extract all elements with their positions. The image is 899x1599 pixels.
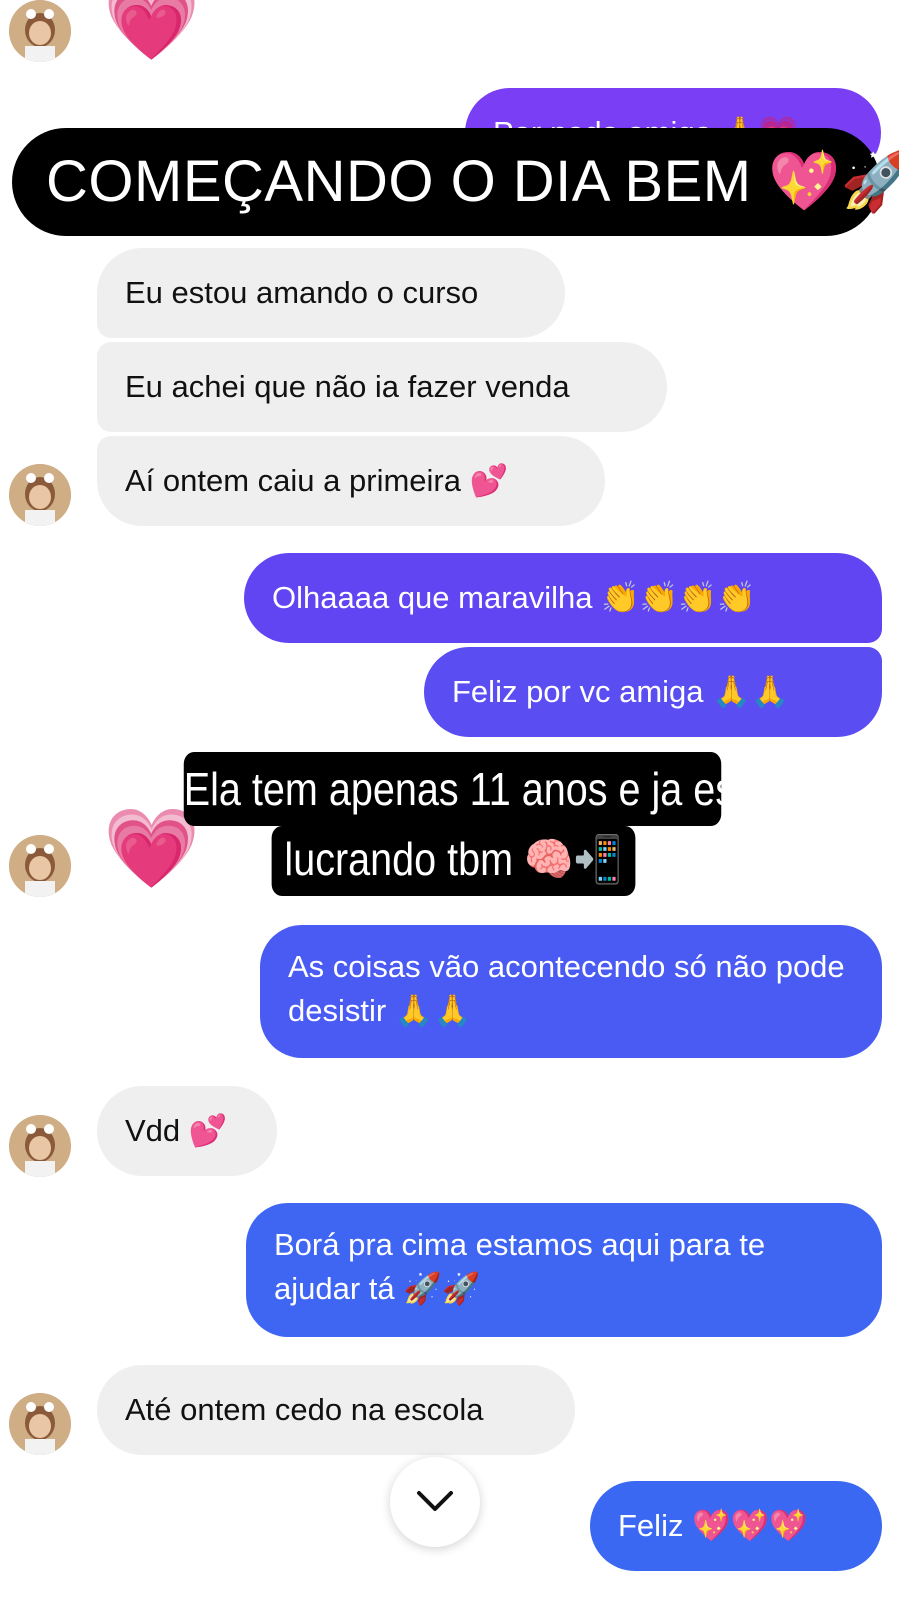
contact-avatar[interactable] bbox=[9, 464, 71, 526]
contact-avatar-image bbox=[9, 835, 71, 897]
message-text: Aí ontem caiu a primeira 💕 bbox=[125, 463, 509, 498]
contact-avatar-image bbox=[9, 0, 71, 62]
outgoing-message[interactable]: Borá pra cima estamos aqui para te ajuda… bbox=[246, 1203, 882, 1337]
message-text: Até ontem cedo na escola bbox=[125, 1392, 484, 1427]
incoming-message[interactable]: Eu estou amando o curso bbox=[97, 248, 565, 338]
outgoing-message[interactable]: Feliz por vc amiga 🙏🙏 bbox=[424, 647, 882, 737]
message-text: Olhaaaa que maravilha 👏👏👏👏 bbox=[272, 580, 756, 615]
scroll-to-bottom-button[interactable] bbox=[390, 1457, 480, 1547]
message-text: Eu achei que não ia fazer venda bbox=[125, 369, 570, 404]
outgoing-message[interactable]: Olhaaaa que maravilha 👏👏👏👏 bbox=[244, 553, 882, 643]
contact-avatar-image bbox=[9, 1115, 71, 1177]
message-text: As coisas vão acontecendo só não pode de… bbox=[288, 949, 845, 1028]
contact-avatar-image bbox=[9, 464, 71, 526]
heart-reaction-icon: 💗 bbox=[103, 0, 201, 66]
contact-avatar[interactable] bbox=[9, 835, 71, 897]
message-text: Vdd 💕 bbox=[125, 1113, 228, 1148]
incoming-message[interactable]: Vdd 💕 bbox=[97, 1086, 277, 1176]
chat-screen: 💗 Por nada amiga 🙏💗 COMEÇANDO O DIA BEM … bbox=[0, 0, 899, 1599]
outgoing-message[interactable]: Feliz 💖💖💖 bbox=[590, 1481, 882, 1571]
story-caption-middle-line1: Ela tem apenas 11 anos e ja esta bbox=[183, 752, 768, 826]
chevron-down-icon bbox=[417, 1491, 453, 1511]
message-text: Eu estou amando o curso bbox=[125, 275, 479, 310]
contact-avatar[interactable] bbox=[9, 0, 71, 62]
incoming-message[interactable]: Eu achei que não ia fazer venda bbox=[97, 342, 667, 432]
contact-avatar[interactable] bbox=[9, 1393, 71, 1455]
incoming-message[interactable]: Até ontem cedo na escola bbox=[97, 1365, 575, 1455]
incoming-message[interactable]: Aí ontem caiu a primeira 💕 bbox=[97, 436, 605, 526]
message-text: Feliz 💖💖💖 bbox=[618, 1508, 808, 1543]
story-caption-middle-line2: lucrando tbm 🧠📲 bbox=[271, 826, 636, 896]
story-caption-top: COMEÇANDO O DIA BEM 💖🚀 bbox=[12, 128, 899, 236]
outgoing-message[interactable]: As coisas vão acontecendo só não pode de… bbox=[260, 925, 882, 1058]
contact-avatar-image bbox=[9, 1393, 71, 1455]
message-text: Borá pra cima estamos aqui para te ajuda… bbox=[274, 1227, 766, 1306]
message-text: Feliz por vc amiga 🙏🙏 bbox=[452, 674, 790, 709]
contact-avatar[interactable] bbox=[9, 1115, 71, 1177]
